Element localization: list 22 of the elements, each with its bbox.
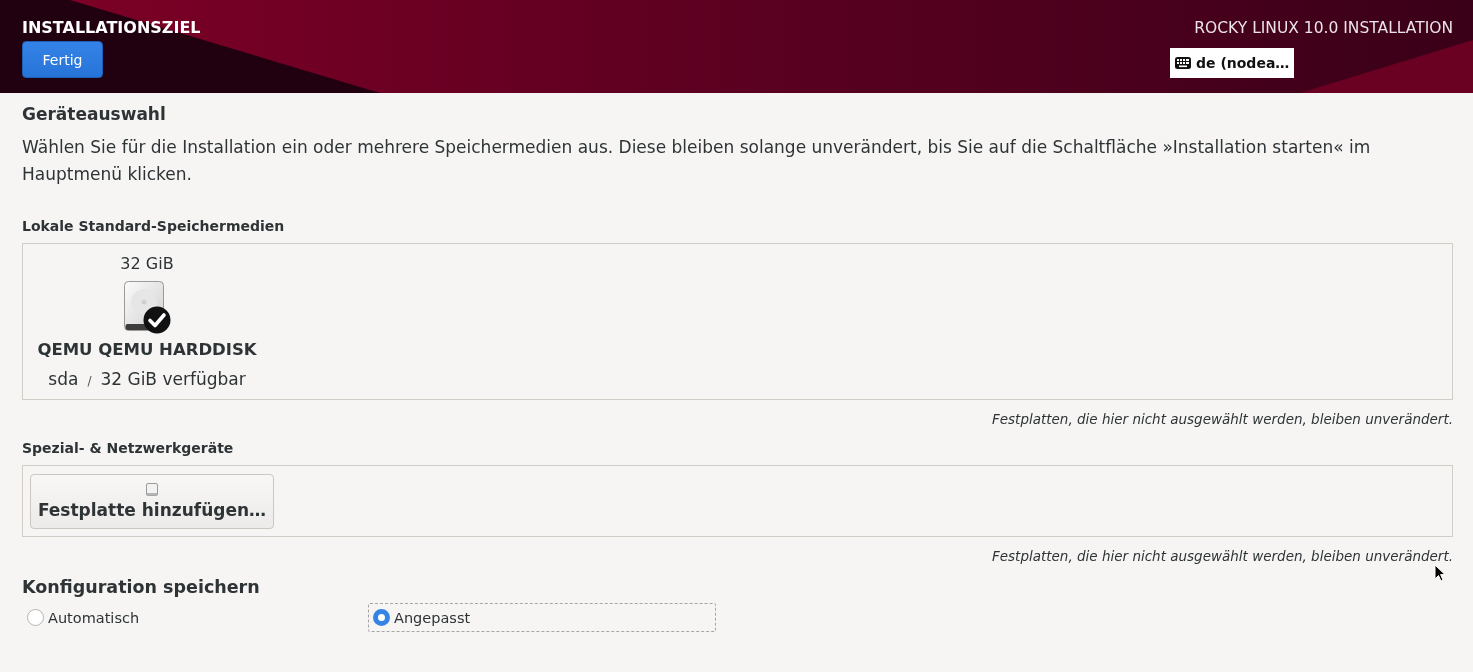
description-text: Wählen Sie für die Installation ein oder mehrere Speichermedien aus. Diese bleiben solange unverändert, bis Sie auf die Schaltfläche »Installation starten« im Hauptmenü klicken. [22,136,1372,186]
radio-option[interactable]: Automatisch [22,603,368,632]
keyboard-layout-label: de (nodea… [1196,55,1290,71]
disk-name: QEMU QEMU HARDDISK [37,339,257,361]
section-heading: Konfiguration speichern [22,576,261,599]
section-heading: Geräteauswahl [22,103,167,125]
local-disks-heading: Lokale Standard-Speichermedien [22,217,286,235]
disk-size: 32 GiB [120,254,174,274]
product-title: ROCKY LINUX 10.0 INSTALLATION [1194,18,1453,39]
screen-title: INSTALLATIONSZIEL [22,17,201,39]
device-name: sda [48,369,79,389]
free-space: 32 GiB verfügbar [100,369,246,389]
radio-option[interactable]: Angepasst [368,603,716,632]
hint-text: Festplatten, die hier nicht ausgewählt werden, bleiben unverändert. [991,547,1453,565]
done-button[interactable]: Fertig [22,41,103,78]
hint-text: Festplatten, die hier nicht ausgewählt werden, bleiben unverändert. [991,410,1453,428]
cursor-icon [1434,564,1446,582]
keyboard-layout-button[interactable]: de (nodea… [1170,48,1294,78]
separator: / [87,373,92,390]
special-devices-heading: Spezial- & Netzwerkgeräte [22,439,235,457]
add-disk-button[interactable]: Festplatte hinzufügen… [30,474,274,529]
keyboard-icon [1175,57,1191,69]
